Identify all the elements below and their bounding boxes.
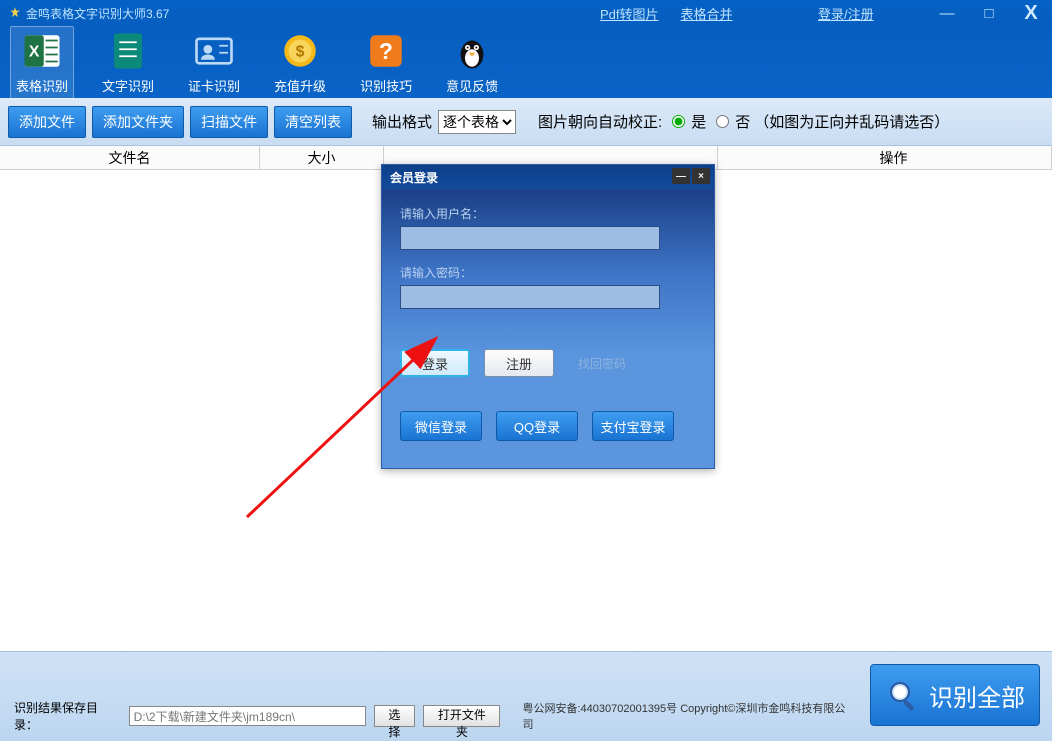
register-button[interactable]: 注册: [484, 349, 554, 377]
alipay-login-button[interactable]: 支付宝登录: [592, 411, 674, 441]
help-icon: ?: [365, 30, 407, 72]
main-toolbar: X 表格识别 文字识别 证卡识别 $ 充值升级 ? 识别技巧 意见反馈: [0, 26, 1052, 98]
orientation-yes-radio[interactable]: [672, 115, 685, 128]
link-table-merge[interactable]: 表格合并: [681, 4, 733, 23]
forgot-password-link[interactable]: 找回密码: [578, 355, 626, 372]
orientation-yes-label: 是: [691, 111, 706, 132]
link-login-register[interactable]: 登录/注册: [818, 4, 874, 23]
dialog-title: 会员登录: [390, 169, 438, 186]
window-maximize-button[interactable]: □: [968, 0, 1010, 26]
save-dir-label: 识别结果保存目录：: [14, 699, 121, 733]
toolbar-tips[interactable]: ? 识别技巧: [354, 26, 418, 99]
window-close-button[interactable]: X: [1010, 0, 1052, 26]
orientation-label: 图片朝向自动校正:: [538, 111, 662, 132]
username-label: 请输入用户名：: [400, 205, 696, 222]
orientation-no-radio[interactable]: [716, 115, 729, 128]
column-size: 大小: [260, 146, 384, 169]
recognize-all-label: 识别全部: [929, 678, 1025, 713]
output-format-label: 输出格式: [372, 111, 432, 132]
toolbar-label: 证卡识别: [188, 76, 240, 95]
qq-login-button[interactable]: QQ登录: [496, 411, 578, 441]
action-bar: 添加文件 添加文件夹 扫描文件 清空列表 输出格式 逐个表格 图片朝向自动校正:…: [0, 98, 1052, 146]
password-label: 请输入密码：: [400, 264, 696, 281]
output-format-select[interactable]: 逐个表格: [438, 110, 516, 134]
scan-file-button[interactable]: 扫描文件: [190, 106, 268, 138]
orientation-hint: （如图为正向并乱码请选否）: [754, 111, 949, 132]
recognize-all-button[interactable]: 识别全部: [870, 664, 1040, 726]
dialog-close-button[interactable]: ×: [692, 168, 710, 184]
choose-dir-button[interactable]: 选择: [374, 705, 416, 727]
penguin-icon: [451, 30, 493, 72]
login-button[interactable]: 登录: [400, 349, 470, 377]
orientation-no-label: 否: [735, 111, 750, 132]
clear-list-button[interactable]: 清空列表: [274, 106, 352, 138]
magnifier-icon: [885, 677, 921, 713]
dialog-titlebar[interactable]: 会员登录 — ×: [382, 165, 714, 189]
open-folder-button[interactable]: 打开文件夹: [423, 705, 500, 727]
app-icon: [8, 6, 22, 20]
toolbar-recharge[interactable]: $ 充值升级: [268, 26, 332, 99]
toolbar-table-ocr[interactable]: X 表格识别: [10, 26, 74, 99]
toolbar-label: 文字识别: [102, 76, 154, 95]
toolbar-text-ocr[interactable]: 文字识别: [96, 26, 160, 99]
id-card-icon: [193, 30, 235, 72]
svg-text:X: X: [29, 43, 40, 60]
excel-icon: X: [21, 30, 63, 72]
toolbar-feedback[interactable]: 意见反馈: [440, 26, 504, 99]
save-dir-input[interactable]: [129, 706, 366, 726]
password-input[interactable]: [400, 285, 660, 309]
svg-text:?: ?: [379, 37, 393, 63]
column-operation: 操作: [718, 146, 1052, 169]
toolbar-label: 识别技巧: [360, 76, 412, 95]
toolbar-label: 表格识别: [16, 76, 68, 95]
toolbar-label: 充值升级: [274, 76, 326, 95]
login-dialog: 会员登录 — × 请输入用户名： 请输入密码： 登录 注册 找回密码 微信登录 …: [381, 164, 715, 469]
coin-icon: $: [279, 30, 321, 72]
dialog-body: 请输入用户名： 请输入密码： 登录 注册 找回密码 微信登录 QQ登录 支付宝登…: [382, 189, 714, 468]
username-input[interactable]: [400, 226, 660, 250]
footer: 识别全部 识别结果保存目录： 选择 打开文件夹 粤公网安备:4403070200…: [0, 651, 1052, 741]
wechat-login-button[interactable]: 微信登录: [400, 411, 482, 441]
column-filename: 文件名: [0, 146, 260, 169]
document-icon: [107, 30, 149, 72]
window-minimize-button[interactable]: —: [926, 0, 968, 26]
titlebar: 金鸣表格文字识别大师3.67 Pdf转图片 表格合并 登录/注册 — □ X: [0, 0, 1052, 26]
toolbar-card-ocr[interactable]: 证卡识别: [182, 26, 246, 99]
link-pdf-convert[interactable]: Pdf转图片: [600, 4, 659, 23]
svg-text:$: $: [296, 43, 305, 60]
toolbar-label: 意见反馈: [446, 76, 498, 95]
app-title: 金鸣表格文字识别大师3.67: [26, 5, 169, 22]
add-file-button[interactable]: 添加文件: [8, 106, 86, 138]
add-folder-button[interactable]: 添加文件夹: [92, 106, 184, 138]
dialog-minimize-button[interactable]: —: [672, 168, 690, 184]
copyright-text: 粤公网安备:44030702001395号 Copyright©深圳市金鸣科技有…: [522, 700, 852, 732]
